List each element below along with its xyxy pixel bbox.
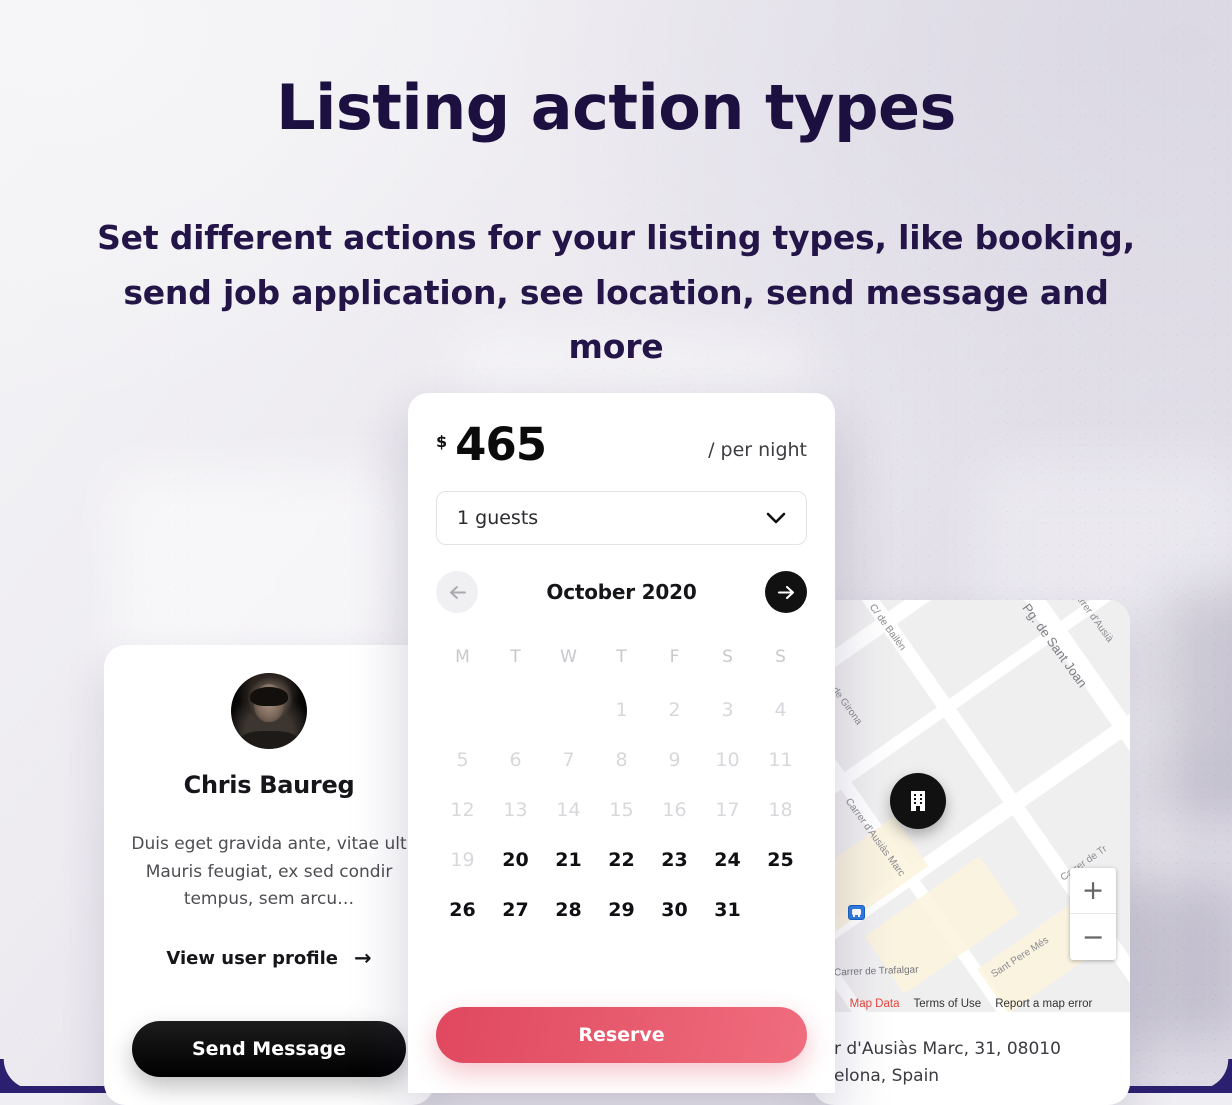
calendar-day[interactable]: 24 — [701, 835, 754, 885]
calendar-day: 2 — [668, 699, 681, 721]
avatar-shoulders — [239, 731, 299, 749]
calendar-prev-month-button[interactable] — [436, 571, 478, 613]
calendar-day: 19 — [450, 849, 475, 871]
avatar — [231, 673, 307, 749]
calendar-day: 12 — [450, 799, 475, 821]
calendar-day[interactable]: 30 — [648, 885, 701, 935]
guests-select[interactable]: 1 guests — [436, 491, 807, 545]
arrow-right-icon — [777, 585, 794, 599]
calendar-day[interactable]: 23 — [648, 835, 701, 885]
calendar-day: 5 — [456, 749, 469, 771]
calendar-day: 7 — [562, 749, 575, 771]
calendar-day[interactable]: 22 — [595, 835, 648, 885]
calendar-day-header: W — [560, 647, 577, 667]
calendar-day: 17 — [715, 799, 740, 821]
calendar-day: 18 — [768, 799, 793, 821]
building-icon — [911, 791, 925, 811]
terms-of-use-link[interactable]: Terms of Use — [913, 998, 981, 1010]
reserve-button[interactable]: Reserve — [436, 1007, 807, 1063]
calendar-day[interactable]: 31 — [701, 885, 754, 935]
calendar-day-header: F — [669, 647, 680, 667]
calendar-day[interactable]: 27 — [489, 885, 542, 935]
zoom-in-button[interactable]: + — [1070, 868, 1116, 914]
calendar-day-header: M — [455, 647, 470, 667]
calendar-day: 10 — [715, 749, 740, 771]
calendar-day: 14 — [556, 799, 581, 821]
page-subtitle: Set different actions for your listing t… — [97, 218, 1135, 367]
calendar-day[interactable]: 21 — [542, 835, 595, 885]
address-line-1: r d'Ausiàs Marc, 31, 08010 — [834, 1039, 1061, 1059]
booking-widget-card: $ 465 / per night 1 guests October 2020 … — [408, 393, 835, 1093]
calendar-day-header: S — [722, 647, 733, 667]
currency-symbol: $ — [436, 432, 448, 451]
calendar-day: 6 — [509, 749, 522, 771]
calendar-month-label: October 2020 — [546, 580, 697, 604]
listing-location-marker[interactable] — [890, 773, 946, 829]
chevron-down-icon — [766, 509, 786, 528]
page-title: Listing action types — [276, 71, 956, 144]
report-map-error-link[interactable]: Report a map error — [995, 998, 1092, 1010]
price-row: $ 465 / per night — [436, 393, 807, 467]
profile-name: Chris Baureg — [183, 771, 355, 799]
bus-station-icon — [848, 905, 865, 920]
calendar-day[interactable]: 29 — [595, 885, 648, 935]
price-unit: / per night — [708, 439, 807, 461]
view-user-profile-link[interactable]: View user profile → — [166, 945, 372, 970]
calendar-day-header: T — [616, 647, 627, 667]
arrow-left-icon — [449, 585, 466, 599]
map-canvas[interactable]: C/ de Bailèn Pg. de Sant Joan Carrer de … — [812, 600, 1130, 1012]
map-attribution: Map Data Terms of Use Report a map error — [812, 998, 1130, 1010]
guests-select-value: 1 guests — [457, 507, 539, 529]
calendar-day: 11 — [768, 749, 793, 771]
calendar-navigation: October 2020 — [436, 571, 807, 613]
user-profile-card: Chris Baureg Duis eget gravida ante, vit… — [104, 645, 434, 1105]
calendar-day-header: T — [510, 647, 521, 667]
listing-address: r d'Ausiàs Marc, 31, 08010 elona, Spain — [812, 1012, 1130, 1090]
map-data-link[interactable]: Map Data — [850, 998, 900, 1010]
calendar-grid[interactable]: MTWTFSS...123456789101112131415161718192… — [436, 639, 807, 935]
calendar-day[interactable]: 25 — [754, 835, 807, 885]
calendar-day: 9 — [668, 749, 681, 771]
calendar-day: 3 — [721, 699, 734, 721]
avatar-hair — [250, 687, 288, 707]
view-user-profile-label: View user profile — [166, 947, 338, 969]
address-line-2: elona, Spain — [834, 1066, 940, 1087]
calendar-day: 4 — [774, 699, 787, 721]
profile-bio: Duis eget gravida ante, vitae ult Mauris… — [131, 834, 407, 910]
location-map-card: C/ de Bailèn Pg. de Sant Joan Carrer de … — [812, 600, 1130, 1105]
calendar-day: 16 — [662, 799, 687, 821]
calendar-next-month-button[interactable] — [765, 571, 807, 613]
send-message-button[interactable]: Send Message — [132, 1021, 406, 1077]
hero-section: Listing action types Set different actio… — [0, 0, 1232, 375]
calendar-day: 15 — [609, 799, 634, 821]
calendar-day: 1 — [615, 699, 628, 721]
calendar-day-header: S — [775, 647, 786, 667]
arrow-right-icon: → — [354, 945, 372, 970]
zoom-out-button[interactable]: − — [1070, 914, 1116, 960]
calendar-day: 8 — [615, 749, 628, 771]
calendar-day[interactable]: 28 — [542, 885, 595, 935]
price-value: 465 — [455, 418, 547, 471]
map-zoom-controls[interactable]: + − — [1070, 868, 1116, 960]
calendar-day[interactable]: 20 — [489, 835, 542, 885]
calendar-day: 13 — [503, 799, 528, 821]
calendar-day[interactable]: 26 — [436, 885, 489, 935]
